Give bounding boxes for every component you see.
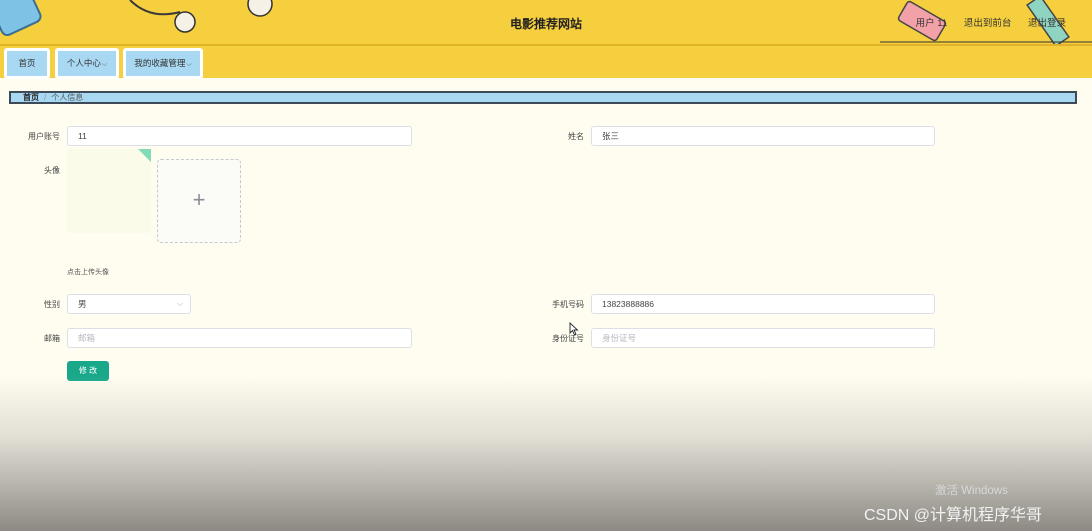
nav-personal-center[interactable]: 个人中心⌵ (55, 48, 119, 79)
gender-label: 性别 (44, 300, 60, 309)
gender-select[interactable]: 男 ⌵ (67, 294, 191, 314)
id-card-field[interactable]: 身份证号 (591, 328, 935, 348)
gender-select-value: 男 (78, 299, 87, 309)
avatar-corner-tag (138, 149, 151, 162)
breadcrumb-home[interactable]: 首页 (23, 93, 39, 102)
avatar-upload-button[interactable]: + (157, 159, 241, 243)
header-actions: 用户 11 退出到前台 退出登录 (902, 15, 1066, 29)
avatar-preview-image (67, 149, 151, 233)
breadcrumb-current: 个人信息 (51, 93, 84, 102)
plus-icon: + (192, 187, 206, 212)
phone-field[interactable]: 13823888886 (591, 294, 935, 314)
nav-home-label: 首页 (18, 58, 36, 68)
avatar-label: 头像 (44, 166, 60, 175)
email-label: 邮箱 (44, 334, 60, 343)
username-label: 用户账号 (28, 132, 60, 141)
chevron-down-icon: ⌵ (176, 299, 183, 308)
chevron-down-icon: ⌵ (101, 61, 108, 68)
top-header: 电影推荐网站 用户 11 退出到前台 退出登录 (0, 0, 1092, 46)
name-label: 姓名 (568, 132, 584, 141)
chevron-down-icon: ⌵ (186, 61, 192, 68)
top-nav: 首页 个人中心⌵ 我的收藏管理⌵ (0, 46, 1092, 79)
back-to-front-link[interactable]: 退出到前台 (964, 18, 1012, 29)
csdn-watermark: CSDN @计算机程序华哥 (864, 507, 1043, 524)
username-field[interactable]: 11 (67, 126, 412, 146)
avatar-upload-hint: 点击上传头像 (67, 269, 109, 276)
name-field[interactable]: 张三 (591, 126, 935, 146)
breadcrumb-separator: / (44, 93, 47, 102)
activate-windows-watermark: 激活 Windows (935, 485, 1008, 497)
submit-button[interactable]: 修 改 (67, 361, 109, 381)
nav-favorites-management[interactable]: 我的收藏管理⌵ (123, 48, 203, 79)
nav-personal-center-label: 个人中心 (66, 58, 101, 68)
email-field[interactable]: 邮箱 (67, 328, 412, 348)
breadcrumb: 首页 / 个人信息 (9, 91, 1077, 104)
phone-label: 手机号码 (552, 300, 584, 309)
mouse-cursor-icon (569, 322, 579, 336)
nav-favorites-management-label: 我的收藏管理 (134, 58, 186, 68)
logout-link[interactable]: 退出登录 (1028, 18, 1066, 29)
nav-home[interactable]: 首页 (4, 48, 50, 79)
current-user-label: 用户 11 (915, 18, 948, 29)
